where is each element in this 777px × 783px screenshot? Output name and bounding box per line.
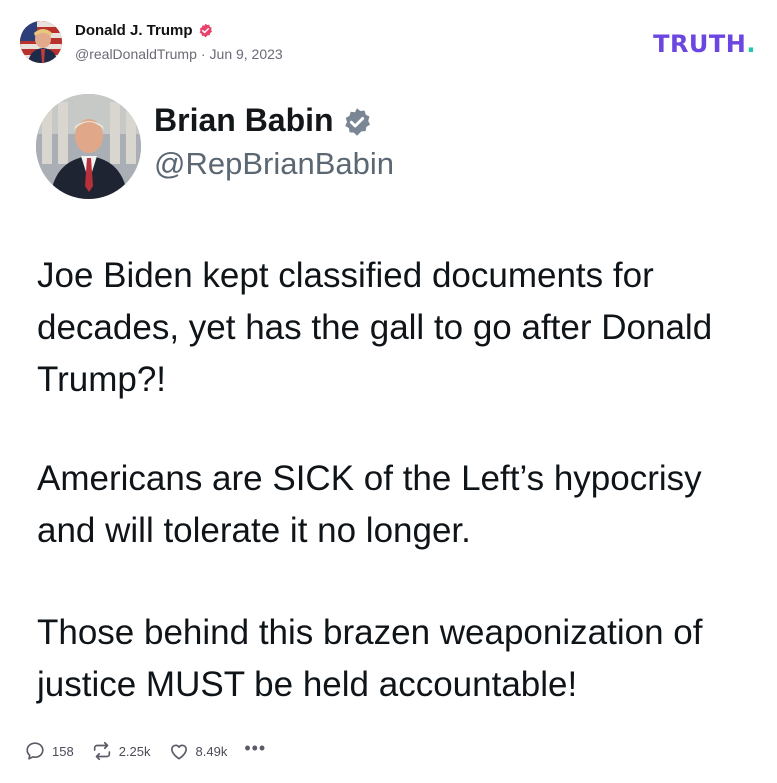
verified-badge-icon [342,107,372,137]
retruth-icon [91,740,113,762]
embedded-paragraph-2: Americans are SICK of the Left’s hypocri… [37,459,702,550]
post-actions: 158 2.25k 8.49k ••• [24,739,283,763]
author-name-text[interactable]: Donald J. Trump [75,22,193,39]
reply-count: 158 [52,743,74,759]
reply-icon [24,740,46,762]
embedded-author-name: Brian Babin [154,102,372,139]
logo-dot: . [746,30,756,58]
logo-text: TRUTH [653,30,747,58]
verified-badge-icon [198,23,213,38]
embedded-author-handle: @RepBrianBabin [154,146,394,181]
author-avatar[interactable] [20,21,62,63]
truth-social-logo: TRUTH. [653,30,756,58]
retruth-button[interactable]: 2.25k [91,740,151,762]
embedded-author-avatar [36,94,141,199]
post-meta: @realDonaldTrump · Jun 9, 2023 [75,46,283,62]
more-button[interactable]: ••• [244,739,266,757]
embedded-author-name-text: Brian Babin [154,102,334,138]
reply-button[interactable]: 158 [24,740,74,762]
embedded-paragraph-1: Joe Biden kept classified documents for … [37,256,713,399]
meta-separator: · [200,46,206,62]
more-icon: ••• [244,738,267,758]
post-date[interactable]: Jun 9, 2023 [210,46,283,62]
post-header: Donald J. Trump @realDonaldTrump · Jun 9, … [0,0,777,80]
like-button[interactable]: 8.49k [168,740,228,762]
like-count: 8.49k [195,743,228,759]
author-handle[interactable]: @realDonaldTrump [75,46,197,62]
like-icon [168,740,190,762]
embedded-post-image[interactable]: Brian Babin @RepBrianBabin Joe Biden kep… [0,80,777,720]
retruth-count: 2.25k [118,743,151,759]
embedded-paragraph-3: Those behind this brazen weaponization o… [37,613,703,704]
author-name[interactable]: Donald J. Trump [75,22,213,39]
